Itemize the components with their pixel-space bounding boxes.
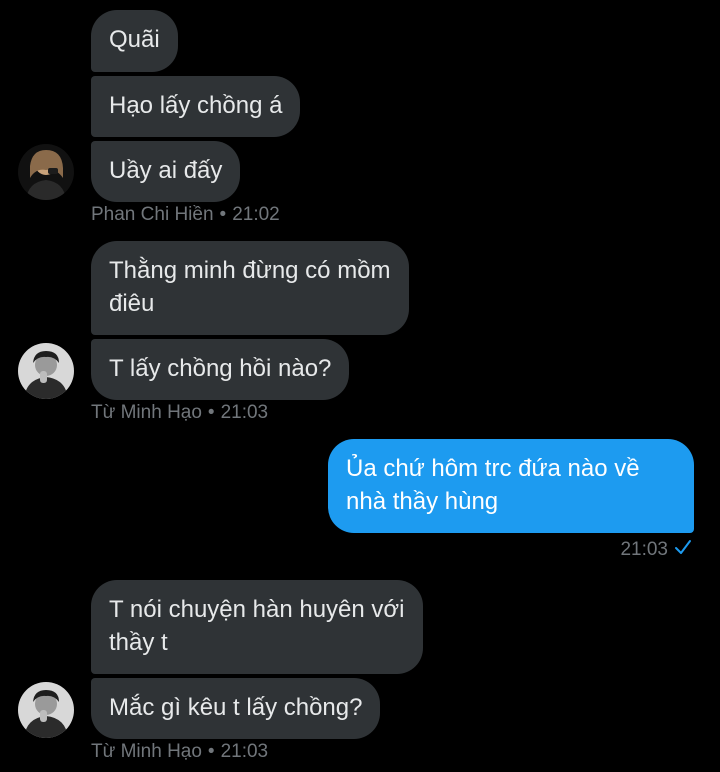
message-time: 21:03	[220, 402, 269, 423]
message-bubble[interactable]: T lấy chồng hồi nào?	[91, 339, 350, 400]
message-time: 21:03	[620, 539, 668, 560]
sender-name[interactable]: Phan Chi Hiền	[91, 204, 214, 225]
message-bubble[interactable]: Thằng minh đừng có mồm điêu	[91, 241, 409, 335]
meta-separator: •	[207, 402, 215, 423]
sender-name[interactable]: Từ Minh Hạo	[91, 741, 202, 762]
sent-meta: 21:03	[620, 539, 692, 561]
message-bubble[interactable]: Hạo lấy chồng á	[91, 76, 301, 137]
message-bubble[interactable]: Mắc gì kêu t lấy chồng?	[91, 678, 381, 739]
avatar-phan-chi-hien[interactable]	[18, 144, 74, 200]
sender-meta: Từ Minh Hạo • 21:03	[91, 741, 268, 763]
message-bubble[interactable]: Uầy ai đấy	[91, 141, 241, 202]
sender-name[interactable]: Từ Minh Hạo	[91, 402, 202, 423]
avatar-photo-man	[18, 682, 74, 738]
message-bubble[interactable]: T nói chuyện hàn huyên với thầy t	[91, 580, 423, 674]
checkmark-icon	[674, 539, 692, 561]
message-time: 21:02	[232, 204, 280, 225]
avatar-tu-minh-hao[interactable]	[18, 682, 74, 738]
sender-meta: Từ Minh Hạo • 21:03	[91, 402, 268, 424]
avatar-tu-minh-hao[interactable]	[18, 343, 74, 399]
avatar-photo-woman	[18, 144, 74, 200]
sender-meta: Phan Chi Hiền • 21:02	[91, 204, 280, 226]
sent-message-bubble[interactable]: Ủa chứ hôm trc đứa nào về nhà thầy hùng	[328, 439, 694, 533]
meta-separator: •	[219, 204, 227, 225]
message-time: 21:03	[220, 741, 269, 762]
meta-separator: •	[207, 741, 215, 762]
avatar-photo-man	[18, 343, 74, 399]
message-bubble[interactable]: Quãi	[91, 10, 178, 72]
